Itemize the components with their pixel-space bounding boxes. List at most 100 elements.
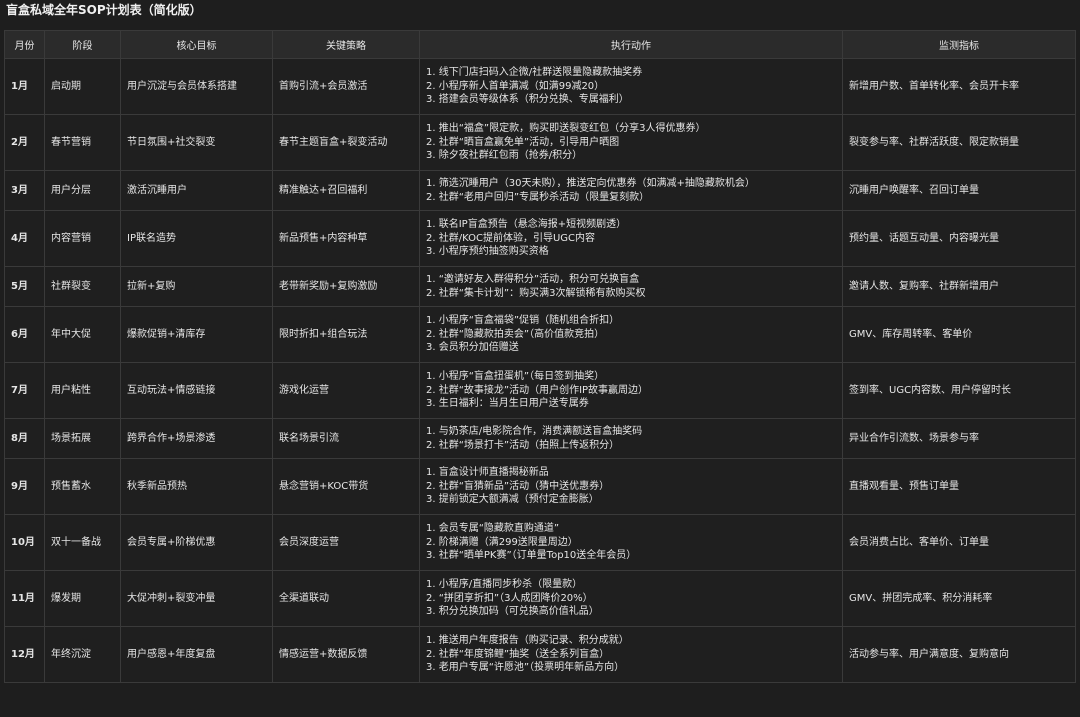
cell-actions: 1. 会员专属“隐藏款直购通道” 2. 阶梯满赠（满299送限量周边） 3. 社… bbox=[419, 514, 843, 571]
cell-month: 11月 bbox=[4, 570, 45, 627]
cell-strategy: 会员深度运营 bbox=[272, 514, 420, 571]
action-item: 3. 老用户专属“许愿池”（投票明年新品方向） bbox=[426, 662, 625, 674]
action-item: 2. 社群“盲猜新品”活动（猜中送优惠券） bbox=[426, 480, 610, 492]
cell-month: 7月 bbox=[4, 362, 45, 419]
action-item: 2. 社群“隐藏款拍卖会”（高价值款竞拍） bbox=[426, 328, 605, 340]
cell-goal: 拉新+复购 bbox=[120, 266, 273, 307]
cell-actions: 1. 线下门店扫码入企微/社群送限量隐藏款抽奖券 2. 小程序新人首单满减（如满… bbox=[419, 58, 843, 115]
sop-table: 月份 阶段 核心目标 关键策略 执行动作 监测指标 1月 启动期 用户沉淀与会员… bbox=[4, 30, 1076, 683]
cell-month: 12月 bbox=[4, 626, 45, 683]
cell-stage: 双十一备战 bbox=[44, 514, 121, 571]
cell-stage: 用户分层 bbox=[44, 170, 121, 211]
cell-stage: 用户粘性 bbox=[44, 362, 121, 419]
cell-metrics: 直播观看量、预售订单量 bbox=[842, 458, 1076, 515]
cell-stage: 社群裂变 bbox=[44, 266, 121, 307]
cell-strategy: 精准触达+召回福利 bbox=[272, 170, 420, 211]
cell-actions: 1. 联名IP盲盒预告（悬念海报+短视频剧透） 2. 社群/KOC提前体验，引导… bbox=[419, 210, 843, 267]
cell-metrics: 裂变参与率、社群活跃度、限定款销量 bbox=[842, 114, 1076, 171]
cell-goal: 用户沉淀与会员体系搭建 bbox=[120, 58, 273, 115]
cell-stage: 预售蓄水 bbox=[44, 458, 121, 515]
cell-goal: 秋季新品预热 bbox=[120, 458, 273, 515]
cell-stage: 年终沉淀 bbox=[44, 626, 121, 683]
cell-strategy: 游戏化运营 bbox=[272, 362, 420, 419]
cell-metrics: 沉睡用户唤醒率、召回订单量 bbox=[842, 170, 1076, 211]
table-row: 10月 双十一备战 会员专属+阶梯优惠 会员深度运营 1. 会员专属“隐藏款直购… bbox=[4, 514, 1076, 571]
cell-strategy: 新品预售+内容种草 bbox=[272, 210, 420, 267]
cell-goal: 爆款促销+清库存 bbox=[120, 306, 273, 363]
cell-metrics: 会员消费占比、客单价、订单量 bbox=[842, 514, 1076, 571]
cell-metrics: 预约量、话题互动量、内容曝光量 bbox=[842, 210, 1076, 267]
header-month: 月份 bbox=[4, 30, 45, 59]
action-item: 2. “拼团享折扣”（3人成团降价20%） bbox=[426, 592, 593, 604]
cell-stage: 年中大促 bbox=[44, 306, 121, 363]
table-row: 2月 春节营销 节日氛围+社交裂变 春节主题盲盒+裂变活动 1. 推出“福盒”限… bbox=[4, 114, 1076, 171]
action-item: 2. 社群“故事接龙”活动（用户创作IP故事赢周边） bbox=[426, 384, 649, 396]
cell-month: 1月 bbox=[4, 58, 45, 115]
cell-goal: 会员专属+阶梯优惠 bbox=[120, 514, 273, 571]
page-title: 盲盒私域全年SOP计划表（简化版） bbox=[6, 3, 202, 17]
cell-stage: 春节营销 bbox=[44, 114, 121, 171]
header-goal: 核心目标 bbox=[120, 30, 273, 59]
cell-goal: 激活沉睡用户 bbox=[120, 170, 273, 211]
action-item: 2. 社群“集卡计划”：购买满3次解锁稀有款购买权 bbox=[426, 287, 646, 299]
action-item: 1. 联名IP盲盒预告（悬念海报+短视频剧透） bbox=[426, 219, 627, 231]
cell-goal: 大促冲刺+裂变冲量 bbox=[120, 570, 273, 627]
cell-metrics: 新增用户数、首单转化率、会员开卡率 bbox=[842, 58, 1076, 115]
cell-month: 2月 bbox=[4, 114, 45, 171]
action-item: 3. 搭建会员等级体系（积分兑换、专属福利） bbox=[426, 94, 629, 106]
action-item: 1. 小程序/直播同步秒杀（限量款） bbox=[426, 579, 583, 591]
header-metrics: 监测指标 bbox=[842, 30, 1076, 59]
action-item: 1. “邀请好友入群得积分”活动，积分可兑换盲盒 bbox=[426, 274, 640, 285]
action-item: 2. 社群“晒盲盒赢免单”活动，引导用户晒图 bbox=[426, 136, 620, 148]
action-item: 2. 社群“场景打卡”活动（拍照上传返积分） bbox=[426, 439, 620, 451]
cell-month: 5月 bbox=[4, 266, 45, 307]
action-item: 2. 小程序新人首单满减（如满99减20） bbox=[426, 80, 605, 92]
cell-stage: 爆发期 bbox=[44, 570, 121, 627]
cell-strategy: 悬念营销+KOC带货 bbox=[272, 458, 420, 515]
cell-month: 3月 bbox=[4, 170, 45, 211]
action-item: 1. 推送用户年度报告（购买记录、积分成就） bbox=[426, 635, 629, 647]
table-row: 8月 场景拓展 跨界合作+场景渗透 联名场景引流 1. 与奶茶店/电影院合作，消… bbox=[4, 418, 1076, 459]
cell-strategy: 情感运营+数据反馈 bbox=[272, 626, 420, 683]
cell-month: 9月 bbox=[4, 458, 45, 515]
cell-strategy: 联名场景引流 bbox=[272, 418, 420, 459]
cell-goal: 互动玩法+情感链接 bbox=[120, 362, 273, 419]
cell-metrics: GMV、库存周转率、客单价 bbox=[842, 306, 1076, 363]
action-item: 1. 筛选沉睡用户（30天未购），推送定向优惠券（如满减+抽隐藏款机会） bbox=[426, 178, 755, 189]
cell-month: 8月 bbox=[4, 418, 45, 459]
cell-goal: 节日氛围+社交裂变 bbox=[120, 114, 273, 171]
table-row: 11月 爆发期 大促冲刺+裂变冲量 全渠道联动 1. 小程序/直播同步秒杀（限量… bbox=[4, 570, 1076, 627]
cell-month: 6月 bbox=[4, 306, 45, 363]
cell-actions: 1. “邀请好友入群得积分”活动，积分可兑换盲盒 2. 社群“集卡计划”：购买满… bbox=[419, 266, 843, 307]
action-item: 1. 线下门店扫码入企微/社群送限量隐藏款抽奖券 bbox=[426, 67, 643, 79]
action-item: 3. 会员积分加倍赠送 bbox=[426, 342, 519, 354]
cell-actions: 1. 小程序“盲盒扭蛋机”（每日签到抽奖） 2. 社群“故事接龙”活动（用户创作… bbox=[419, 362, 843, 419]
table-row: 12月 年终沉淀 用户感恩+年度复盘 情感运营+数据反馈 1. 推送用户年度报告… bbox=[4, 626, 1076, 683]
action-item: 1. 小程序“盲盒扭蛋机”（每日签到抽奖） bbox=[426, 371, 605, 383]
cell-metrics: 签到率、UGC内容数、用户停留时长 bbox=[842, 362, 1076, 419]
cell-metrics: 邀请人数、复购率、社群新增用户 bbox=[842, 266, 1076, 307]
cell-month: 10月 bbox=[4, 514, 45, 571]
action-item: 1. 与奶茶店/电影院合作，消费满额送盲盒抽奖码 bbox=[426, 426, 643, 437]
table-row: 4月 内容营销 IP联名造势 新品预售+内容种草 1. 联名IP盲盒预告（悬念海… bbox=[4, 210, 1076, 267]
action-item: 2. 社群“老用户回归”专属秒杀活动（限量复刻款） bbox=[426, 191, 650, 203]
cell-strategy: 春节主题盲盒+裂变活动 bbox=[272, 114, 420, 171]
table-row: 1月 启动期 用户沉淀与会员体系搭建 首购引流+会员激活 1. 线下门店扫码入企… bbox=[4, 58, 1076, 115]
action-item: 3. 小程序预约抽签购买资格 bbox=[426, 246, 549, 258]
cell-strategy: 全渠道联动 bbox=[272, 570, 420, 627]
cell-actions: 1. 与奶茶店/电影院合作，消费满额送盲盒抽奖码 2. 社群“场景打卡”活动（拍… bbox=[419, 418, 843, 459]
action-item: 3. 社群“晒单PK赛”（订单量Top10送全年会员） bbox=[426, 550, 637, 562]
cell-goal: 跨界合作+场景渗透 bbox=[120, 418, 273, 459]
cell-actions: 1. 小程序/直播同步秒杀（限量款） 2. “拼团享折扣”（3人成团降价20%）… bbox=[419, 570, 843, 627]
cell-actions: 1. 筛选沉睡用户（30天未购），推送定向优惠券（如满减+抽隐藏款机会） 2. … bbox=[419, 170, 843, 211]
cell-metrics: GMV、拼团完成率、积分消耗率 bbox=[842, 570, 1076, 627]
action-item: 3. 积分兑换加码（可兑换高价值礼品） bbox=[426, 606, 599, 618]
header-stage: 阶段 bbox=[44, 30, 121, 59]
action-item: 1. 盲盒设计师直播揭秘新品 bbox=[426, 467, 549, 479]
cell-goal: 用户感恩+年度复盘 bbox=[120, 626, 273, 683]
cell-actions: 1. 推出“福盒”限定款，购买即送裂变红包（分享3人得优惠券） 2. 社群“晒盲… bbox=[419, 114, 843, 171]
table-row: 3月 用户分层 激活沉睡用户 精准触达+召回福利 1. 筛选沉睡用户（30天未购… bbox=[4, 170, 1076, 211]
cell-strategy: 老带新奖励+复购激励 bbox=[272, 266, 420, 307]
table-row: 9月 预售蓄水 秋季新品预热 悬念营销+KOC带货 1. 盲盒设计师直播揭秘新品… bbox=[4, 458, 1076, 515]
header-strategy: 关键策略 bbox=[272, 30, 420, 59]
